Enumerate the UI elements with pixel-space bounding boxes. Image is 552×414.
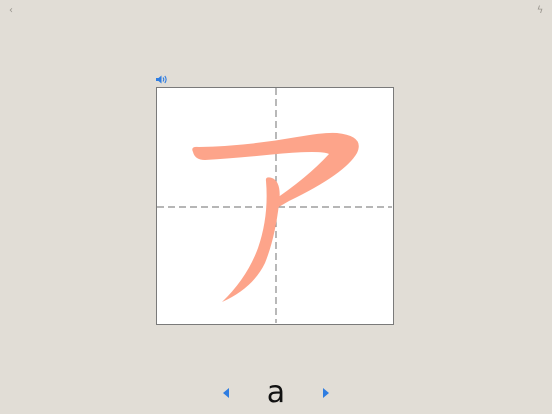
speaker-icon[interactable]: [155, 72, 169, 84]
lightning-icon[interactable]: ϟ: [533, 3, 547, 17]
stroke-2: [222, 177, 280, 302]
character-card[interactable]: [156, 87, 394, 325]
navigation-bar: a: [0, 376, 552, 412]
triangle-right-icon[interactable]: [318, 384, 334, 402]
romaji-label: a: [266, 375, 286, 410]
back-chevron-icon[interactable]: ‹: [4, 3, 18, 17]
triangle-left-icon[interactable]: [218, 384, 234, 402]
